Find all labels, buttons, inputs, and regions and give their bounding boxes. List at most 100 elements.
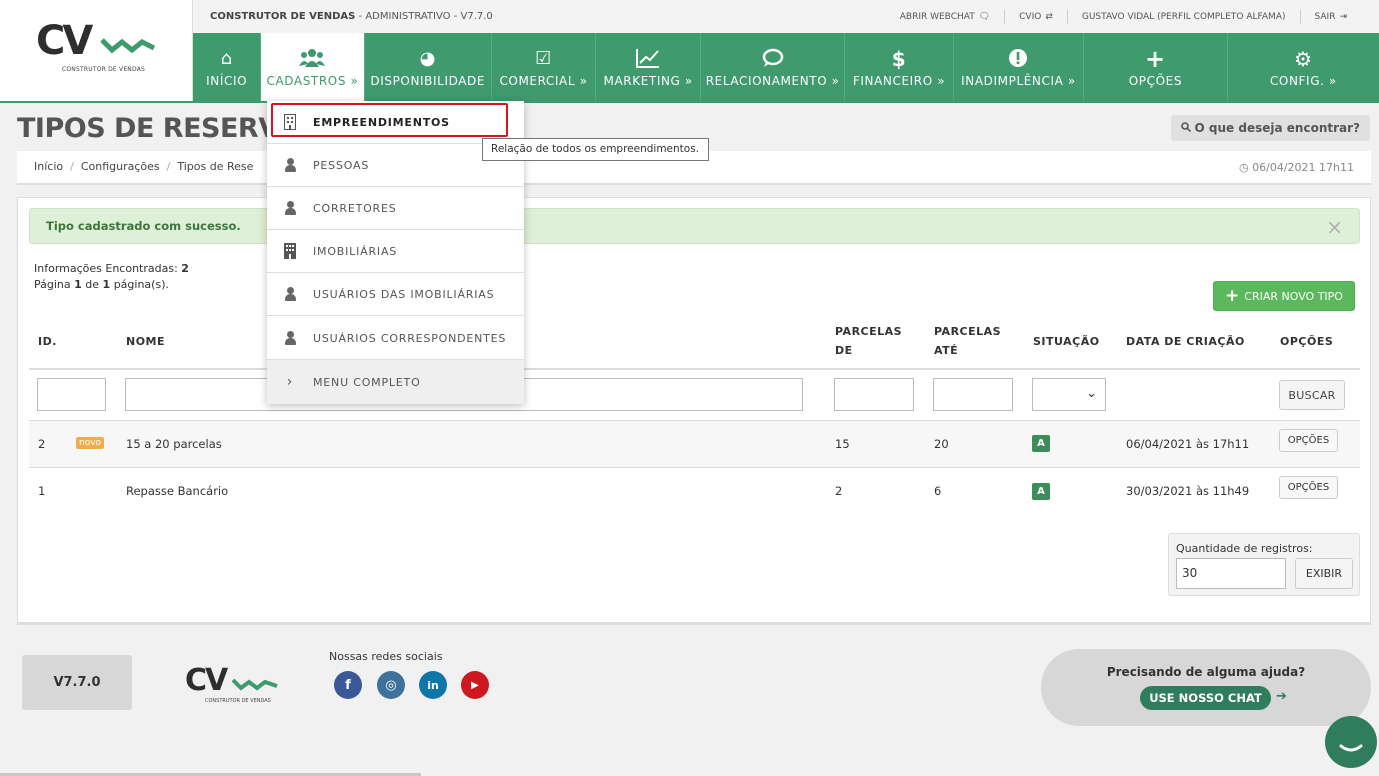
user-icon [284,287,296,301]
new-badge: novo [76,437,105,449]
column-header-opcoes: OPÇÕES [1280,335,1334,348]
row-options-button[interactable]: OPÇÕES [1279,476,1338,499]
breadcrumb-item-configuracoes[interactable]: Configurações [81,160,160,173]
nav-inicio[interactable]: ⌂ INÍCIO [193,33,262,102]
chat-icon: 🗨 [978,12,991,22]
open-webchat-link[interactable]: ABRIR WEBCHAT 🗨 [886,10,1004,24]
sign-out-icon: ⇥ [1339,12,1347,22]
chevron-right-icon: › [286,374,294,390]
menu-item-corretores[interactable]: CORRETORES [267,187,524,230]
top-links: ABRIR WEBCHAT 🗨 CVIO ⇄ GUSTAVO VIDAL (PERF… [886,10,1361,24]
nav-opcoes[interactable]: + OPÇÕES [1084,33,1228,102]
nav-disponibilidade[interactable]: ◕ DISPONIBILIDADE [365,33,492,102]
menu-item-usuarios-imobiliarias[interactable]: USUÁRIOS DAS IMOBILIÁRIAS [267,273,524,316]
nav-relacionamento[interactable]: RELACIONAMENTO » [701,33,846,102]
column-header-parcelas-ate: PARCELAS ATÉ [934,325,1002,357]
content-panel: Tipo cadastrado com sucesso. × Informaçõ… [17,197,1371,625]
menu-item-imobiliarias[interactable]: IMOBILIÁRIAS [267,230,524,273]
check-square-icon: ☑ [535,47,552,69]
social-label: Nossas redes sociais [329,650,443,663]
records-quantity-input[interactable]: 30 [1176,558,1286,589]
column-header-situacao: SITUAÇÃO [1033,335,1100,348]
version-badge: V7.7.0 [22,655,132,710]
gear-icon: ⚙ [1294,46,1313,71]
nav-config[interactable]: ⚙ CONFIG. » [1228,33,1379,102]
clock-icon: ◷ [1239,161,1249,174]
home-icon: ⌂ [220,47,233,69]
status-badge: A [1032,435,1050,452]
row-data: 30/03/2021 às 11h49 [1126,484,1250,498]
plus-icon: + [1145,44,1166,73]
row-id: 1 [38,484,46,498]
logout-link[interactable]: SAIR ⇥ [1299,10,1362,24]
row-parcelas-de: 2 [835,484,843,498]
cvio-link[interactable]: CVIO ⇄ [1004,10,1067,24]
logo[interactable]: CV CONSTRUTOR DE VENDAS [0,0,193,102]
row-parcelas-de: 15 [835,437,850,451]
search-icon [1180,121,1191,135]
exchange-icon: ⇄ [1045,12,1053,22]
help-box: Precisando de alguma ajuda? USE NOSSO CH… [1041,649,1371,726]
show-records-button[interactable]: EXIBIR [1295,558,1353,589]
facebook-icon[interactable]: f [334,671,362,699]
row-parcelas-ate: 20 [934,437,949,451]
close-icon[interactable]: × [1326,215,1343,239]
filter-parcelas-de-input[interactable] [834,378,914,411]
user-profile-link[interactable]: GUSTAVO VIDAL (PERFIL COMPLETO ALFAMA) [1066,10,1300,24]
row-options-button[interactable]: OPÇÕES [1279,429,1338,452]
system-name: CONSTRUTOR DE VENDAS - ADMINISTRATIVO - … [210,11,493,22]
menu-item-menu-completo[interactable]: › MENU COMPLETO [267,360,524,404]
row-nome: 15 a 20 parcelas [126,437,222,451]
arrow-right-icon: ➔ [1276,689,1287,704]
svg-text:CV: CV [185,663,229,698]
filter-parcelas-ate-input[interactable] [933,378,1013,411]
results-info: Informações Encontradas: 2 Página 1 de 1… [34,262,189,291]
dashboard-icon: ◕ [419,47,436,69]
nav-financeiro[interactable]: $ FINANCEIRO » [845,33,954,102]
nav-divider [0,101,1379,103]
breadcrumb-item-current: Tipos de Rese [177,160,254,173]
exclamation-icon [1008,48,1028,72]
youtube-icon[interactable]: ▶ [461,671,489,699]
users-icon [299,48,326,72]
linkedin-icon[interactable]: in [419,671,447,699]
user-icon [284,201,296,215]
footer-logo: CV CONSTRUTOR DE VENDAS [185,660,281,708]
row-data: 06/04/2021 às 17h11 [1126,437,1250,451]
menu-item-usuarios-correspondentes[interactable]: USUÁRIOS CORRESPONDENTES [267,317,524,360]
create-type-button[interactable]: + CRIAR NOVO TIPO [1213,281,1355,311]
nav-inadimplencia[interactable]: INADIMPLÊNCIA » [954,33,1084,102]
logo-text: CV [36,18,93,64]
svg-text:CONSTRUTOR DE VENDAS: CONSTRUTOR DE VENDAS [205,698,271,704]
status-badge: A [1032,483,1050,500]
chat-bubble-icon[interactable] [1325,716,1377,768]
logo-wave-icon [100,38,156,54]
column-header-id: ID. [38,335,57,348]
breadcrumb: Início / Configurações / Tipos de Rese [34,160,254,173]
table-header-divider [29,368,1360,370]
global-search-button[interactable]: O que deseja encontrar? [1170,115,1370,141]
column-header-parcelas-de: PARCELAS DE [835,325,903,357]
breadcrumb-item-inicio[interactable]: Início [34,160,63,173]
plus-icon: + [1225,286,1240,306]
nav-cadastros[interactable]: CADASTROS » [261,33,365,102]
main-nav: ⌂ INÍCIO CADASTROS » ◕ DISPONIBILIDADE ☑ CO… [193,33,1379,102]
instagram-icon[interactable]: ◎ [377,671,405,699]
tooltip: Relação de todos os empreendimentos. [482,138,709,161]
page-title: TIPOS DE RESERVA [17,113,298,144]
line-chart-icon [636,48,660,72]
building-icon [267,243,313,259]
help-question: Precisando de alguma ajuda? [1106,665,1306,679]
comments-icon [762,48,784,72]
search-button[interactable]: BUSCAR [1279,380,1345,410]
filter-id-input[interactable] [37,378,106,411]
row-divider [29,467,1360,468]
filter-situacao-select[interactable]: ⌄ [1032,378,1106,411]
use-chat-button[interactable]: USE NOSSO CHAT [1140,686,1271,710]
nav-comercial[interactable]: ☑ COMERCIAL » [492,33,597,102]
records-quantity-box: Quantidade de registros: 30 EXIBIR [1168,533,1360,596]
nav-marketing[interactable]: MARKETING » [596,33,702,102]
highlight-box [271,103,508,137]
user-icon [284,158,296,172]
row-parcelas-ate: 6 [934,484,942,498]
